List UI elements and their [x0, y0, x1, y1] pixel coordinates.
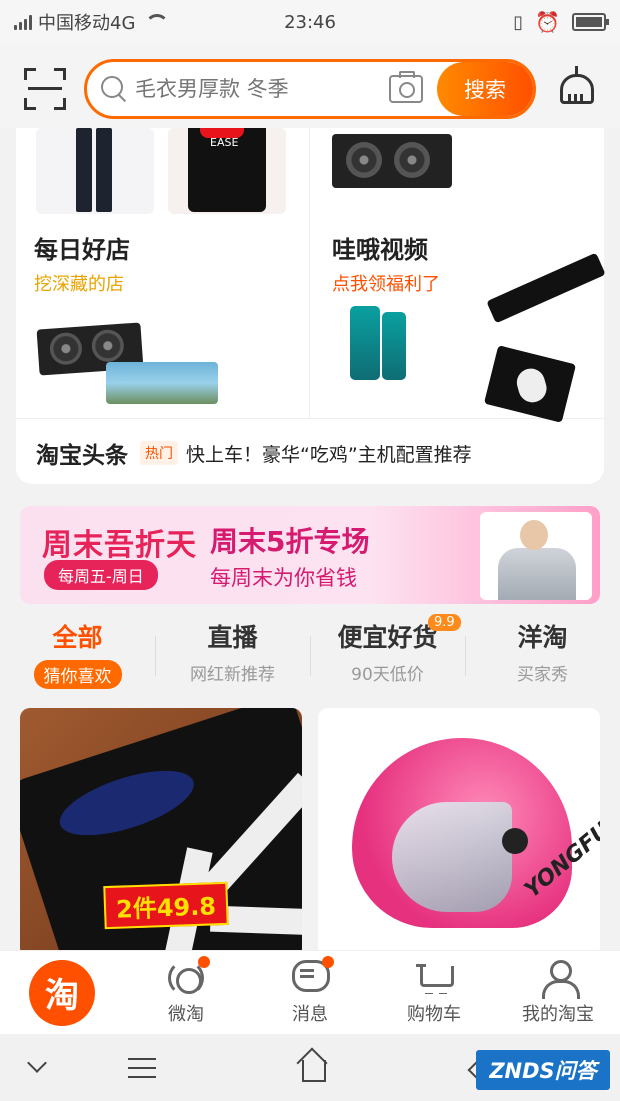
- daily-shop-subtitle: 挖深藏的店: [34, 274, 124, 295]
- nav-weitao[interactable]: 微淘: [124, 951, 248, 1034]
- nav-profile[interactable]: 我的淘宝: [496, 951, 620, 1034]
- banner-logo: 周末吾折天: [42, 528, 197, 563]
- scan-icon[interactable]: [24, 68, 66, 110]
- tab-subtitle: 猜你喜欢: [33, 660, 122, 689]
- search-icon: [101, 76, 127, 102]
- tab-title: 便宜好货: [337, 623, 438, 652]
- phone-image[interactable]: [350, 306, 380, 380]
- banner-dates: 每周五-周日: [44, 560, 158, 590]
- cart-icon: [416, 960, 454, 996]
- watermark-logo: ZNDS问答: [476, 1050, 610, 1090]
- nav-cart[interactable]: 购物车: [372, 951, 496, 1034]
- carrier-label: 中国移动4G: [38, 13, 136, 34]
- banner-title: 周末5折专场: [210, 525, 370, 558]
- product-card-sweater[interactable]: 2件49.8: [20, 708, 302, 958]
- wifi-icon: [143, 14, 170, 30]
- sweater-image[interactable]: EASE: [168, 128, 286, 214]
- tab-live[interactable]: 直播 网红新推荐: [155, 618, 310, 696]
- tab-all[interactable]: 全部 猜你喜欢: [0, 618, 155, 696]
- nav-home[interactable]: 淘: [0, 951, 124, 1034]
- video-subtitle: 点我领福利了: [332, 274, 440, 295]
- price-badge: 9.9: [428, 614, 461, 631]
- menu-icon[interactable]: [128, 1058, 156, 1078]
- daily-shop-title[interactable]: 每日好店: [34, 230, 130, 265]
- nav-messages[interactable]: 消息: [248, 951, 372, 1034]
- nav-label: 我的淘宝: [522, 1003, 594, 1025]
- mouse-image[interactable]: [483, 345, 577, 423]
- taobao-logo-icon: 淘: [29, 959, 95, 1026]
- gpu-image[interactable]: [332, 134, 452, 188]
- search-header: 搜索: [0, 44, 620, 128]
- assistant-robot-icon[interactable]: [558, 66, 596, 112]
- home-icon[interactable]: [298, 1054, 326, 1082]
- signal-icon: [14, 14, 32, 30]
- search-input[interactable]: [135, 77, 375, 101]
- feed-tabs: 全部 猜你喜欢 直播 网红新推荐 便宜好货 90天低价 9.9 洋淘 买家秀: [0, 614, 620, 696]
- helmet-brand: YONGFU: [520, 817, 600, 904]
- camera-icon[interactable]: [389, 71, 423, 103]
- tab-subtitle: 网红新推荐: [190, 665, 275, 685]
- headline-label: 淘宝头条: [36, 443, 128, 469]
- chevron-down-icon[interactable]: [27, 1053, 47, 1073]
- tab-title: 洋淘: [517, 623, 568, 652]
- weitao-icon: [168, 955, 210, 996]
- price-tag: 2件49.8: [103, 881, 229, 930]
- vibrate-icon: ▯: [513, 11, 524, 33]
- bottom-nav: 淘 微淘 消息 购物车 我的淘宝: [0, 950, 620, 1034]
- promo-banner[interactable]: 周末吾折天 每周五-周日 周末5折专场 每周末为你省钱: [20, 506, 600, 604]
- nav-label: 购物车: [407, 1003, 461, 1025]
- tab-title: 全部: [52, 623, 103, 652]
- search-box[interactable]: 搜索: [84, 59, 536, 119]
- battery-icon: [572, 13, 609, 31]
- hot-badge: 热门: [140, 441, 178, 465]
- nav-label: 消息: [292, 1003, 328, 1025]
- jeans-image[interactable]: [36, 128, 154, 214]
- headline-text: 快上车！豪华“吃鸡”主机配置推荐: [186, 443, 472, 466]
- video-title[interactable]: 哇哦视频: [332, 230, 428, 265]
- tab-title: 直播: [207, 623, 258, 652]
- search-button[interactable]: 搜索: [437, 62, 533, 116]
- message-icon: [292, 955, 334, 996]
- headline-row[interactable]: 淘宝头条 热门 快上车！豪华“吃鸡”主机配置推荐: [36, 436, 472, 470]
- status-bar: 中国移动4G 23:46 ▯ ⏰: [0, 0, 620, 44]
- banner-model-image: [480, 512, 592, 600]
- profile-icon: [540, 959, 580, 999]
- tab-cheap-goods[interactable]: 便宜好货 90天低价 9.9: [310, 614, 465, 696]
- product-card-helmet[interactable]: YONGFU: [318, 708, 600, 958]
- tab-subtitle: 买家秀: [517, 665, 568, 685]
- accessory-image[interactable]: [486, 252, 606, 324]
- mousepad-image[interactable]: [106, 362, 218, 404]
- alarm-icon: ⏰: [535, 10, 560, 34]
- tab-subtitle: 90天低价: [351, 665, 424, 685]
- nav-label: 微淘: [168, 1003, 204, 1025]
- banner-subtitle: 每周末为你省钱: [210, 566, 357, 590]
- feature-card: EASE 每日好店 挖深藏的店 哇哦视频 点我领福利了 淘宝头条 热门 快上车！…: [16, 128, 606, 484]
- phone-image-2[interactable]: [382, 312, 406, 380]
- tab-buyer-show[interactable]: 洋淘 买家秀: [465, 618, 620, 696]
